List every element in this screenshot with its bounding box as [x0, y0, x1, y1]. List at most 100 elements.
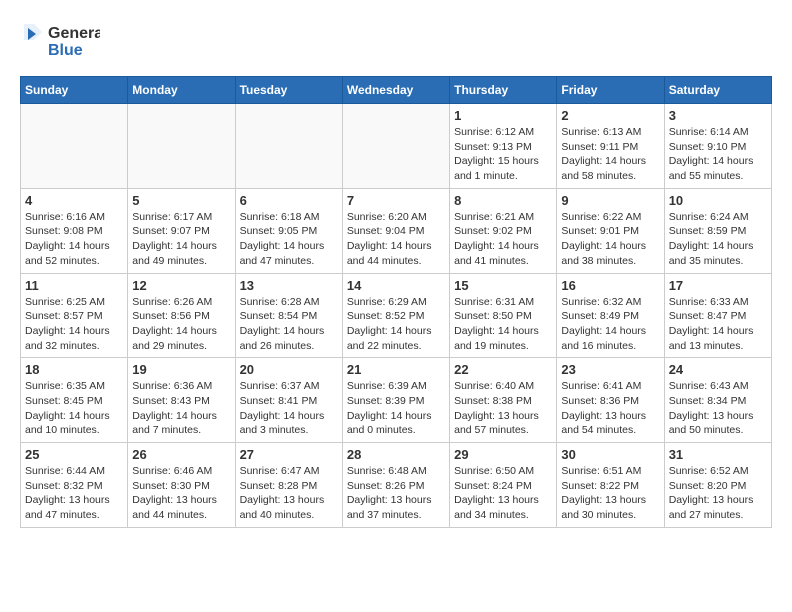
day-number: 31 [669, 447, 767, 462]
calendar-cell: 18Sunrise: 6:35 AM Sunset: 8:45 PM Dayli… [21, 358, 128, 443]
logo-svg: GeneralBlue [20, 20, 100, 60]
weekday-header-saturday: Saturday [664, 77, 771, 104]
day-info: Sunrise: 6:52 AM Sunset: 8:20 PM Dayligh… [669, 464, 767, 523]
calendar-week-row: 1 Sunrise: 6:12 AM Sunset: 9:13 PM Daylig… [21, 104, 772, 189]
day-info: Sunrise: 6:25 AM Sunset: 8:57 PM Dayligh… [25, 295, 123, 354]
day-number: 22 [454, 362, 552, 377]
day-number: 6 [240, 193, 338, 208]
calendar-cell [128, 104, 235, 189]
calendar-cell: 1 Sunrise: 6:12 AM Sunset: 9:13 PM Daylig… [450, 104, 557, 189]
day-info: Sunrise: 6:16 AM Sunset: 9:08 PM Dayligh… [25, 210, 123, 269]
day-number: 2 [561, 108, 659, 123]
day-number: 20 [240, 362, 338, 377]
day-number: 29 [454, 447, 552, 462]
calendar-week-row: 4 Sunrise: 6:16 AM Sunset: 9:08 PM Daylig… [21, 188, 772, 273]
day-info: Sunrise: 6:20 AM Sunset: 9:04 PM Dayligh… [347, 210, 445, 269]
weekday-header-thursday: Thursday [450, 77, 557, 104]
calendar-cell: 7Sunrise: 6:20 AM Sunset: 9:04 PM Daylig… [342, 188, 449, 273]
day-info: Sunrise: 6:39 AM Sunset: 8:39 PM Dayligh… [347, 379, 445, 438]
day-number: 17 [669, 278, 767, 293]
day-info: Sunrise: 6:35 AM Sunset: 8:45 PM Dayligh… [25, 379, 123, 438]
day-number: 23 [561, 362, 659, 377]
day-info: Sunrise: 6:21 AM Sunset: 9:02 PM Dayligh… [454, 210, 552, 269]
day-number: 13 [240, 278, 338, 293]
day-info: Sunrise: 6:24 AM Sunset: 8:59 PM Dayligh… [669, 210, 767, 269]
calendar-week-row: 11Sunrise: 6:25 AM Sunset: 8:57 PM Dayli… [21, 273, 772, 358]
calendar-cell: 26 Sunrise: 6:46 AM Sunset: 8:30 PM Dayli… [128, 443, 235, 528]
calendar-cell: 15Sunrise: 6:31 AM Sunset: 8:50 PM Dayli… [450, 273, 557, 358]
day-number: 27 [240, 447, 338, 462]
calendar-cell: 17 Sunrise: 6:33 AM Sunset: 8:47 PM Dayli… [664, 273, 771, 358]
calendar-cell: 23 Sunrise: 6:41 AM Sunset: 8:36 PM Dayli… [557, 358, 664, 443]
calendar-cell: 20 Sunrise: 6:37 AM Sunset: 8:41 PM Dayli… [235, 358, 342, 443]
calendar-cell: 21Sunrise: 6:39 AM Sunset: 8:39 PM Dayli… [342, 358, 449, 443]
day-info: Sunrise: 6:43 AM Sunset: 8:34 PM Dayligh… [669, 379, 767, 438]
day-info: Sunrise: 6:22 AM Sunset: 9:01 PM Dayligh… [561, 210, 659, 269]
day-info: Sunrise: 6:40 AM Sunset: 8:38 PM Dayligh… [454, 379, 552, 438]
calendar-cell: 6Sunrise: 6:18 AM Sunset: 9:05 PM Daylig… [235, 188, 342, 273]
day-info: Sunrise: 6:17 AM Sunset: 9:07 PM Dayligh… [132, 210, 230, 269]
calendar-cell [342, 104, 449, 189]
day-info: Sunrise: 6:14 AM Sunset: 9:10 PM Dayligh… [669, 125, 767, 184]
day-info: Sunrise: 6:41 AM Sunset: 8:36 PM Dayligh… [561, 379, 659, 438]
weekday-header-friday: Friday [557, 77, 664, 104]
day-number: 25 [25, 447, 123, 462]
day-info: Sunrise: 6:32 AM Sunset: 8:49 PM Dayligh… [561, 295, 659, 354]
calendar-cell: 12 Sunrise: 6:26 AM Sunset: 8:56 PM Dayli… [128, 273, 235, 358]
calendar-table: SundayMondayTuesdayWednesdayThursdayFrid… [20, 76, 772, 528]
calendar-cell: 3 Sunrise: 6:14 AM Sunset: 9:10 PM Daylig… [664, 104, 771, 189]
weekday-header-sunday: Sunday [21, 77, 128, 104]
calendar-header-row: SundayMondayTuesdayWednesdayThursdayFrid… [21, 77, 772, 104]
day-number: 12 [132, 278, 230, 293]
day-number: 19 [132, 362, 230, 377]
calendar-week-row: 18Sunrise: 6:35 AM Sunset: 8:45 PM Dayli… [21, 358, 772, 443]
day-number: 28 [347, 447, 445, 462]
calendar-cell: 13 Sunrise: 6:28 AM Sunset: 8:54 PM Dayli… [235, 273, 342, 358]
day-info: Sunrise: 6:37 AM Sunset: 8:41 PM Dayligh… [240, 379, 338, 438]
calendar-cell: 10 Sunrise: 6:24 AM Sunset: 8:59 PM Dayli… [664, 188, 771, 273]
calendar-cell: 16 Sunrise: 6:32 AM Sunset: 8:49 PM Dayli… [557, 273, 664, 358]
day-number: 30 [561, 447, 659, 462]
calendar-cell: 5 Sunrise: 6:17 AM Sunset: 9:07 PM Daylig… [128, 188, 235, 273]
calendar-cell: 31 Sunrise: 6:52 AM Sunset: 8:20 PM Dayli… [664, 443, 771, 528]
day-info: Sunrise: 6:51 AM Sunset: 8:22 PM Dayligh… [561, 464, 659, 523]
day-info: Sunrise: 6:47 AM Sunset: 8:28 PM Dayligh… [240, 464, 338, 523]
calendar-cell: 24Sunrise: 6:43 AM Sunset: 8:34 PM Dayli… [664, 358, 771, 443]
calendar-cell: 4 Sunrise: 6:16 AM Sunset: 9:08 PM Daylig… [21, 188, 128, 273]
calendar-week-row: 25Sunrise: 6:44 AM Sunset: 8:32 PM Dayli… [21, 443, 772, 528]
day-number: 1 [454, 108, 552, 123]
calendar-cell: 30 Sunrise: 6:51 AM Sunset: 8:22 PM Dayli… [557, 443, 664, 528]
day-info: Sunrise: 6:12 AM Sunset: 9:13 PM Dayligh… [454, 125, 552, 184]
calendar-cell: 27 Sunrise: 6:47 AM Sunset: 8:28 PM Dayli… [235, 443, 342, 528]
day-number: 26 [132, 447, 230, 462]
calendar-cell [235, 104, 342, 189]
svg-text:Blue: Blue [48, 42, 83, 59]
weekday-header-monday: Monday [128, 77, 235, 104]
weekday-header-wednesday: Wednesday [342, 77, 449, 104]
calendar-cell: 2Sunrise: 6:13 AM Sunset: 9:11 PM Daylig… [557, 104, 664, 189]
day-info: Sunrise: 6:46 AM Sunset: 8:30 PM Dayligh… [132, 464, 230, 523]
calendar-cell: 19Sunrise: 6:36 AM Sunset: 8:43 PM Dayli… [128, 358, 235, 443]
day-number: 3 [669, 108, 767, 123]
day-number: 16 [561, 278, 659, 293]
day-info: Sunrise: 6:29 AM Sunset: 8:52 PM Dayligh… [347, 295, 445, 354]
page-header: GeneralBlue [20, 20, 772, 60]
day-info: Sunrise: 6:50 AM Sunset: 8:24 PM Dayligh… [454, 464, 552, 523]
logo: GeneralBlue [20, 20, 100, 60]
day-number: 9 [561, 193, 659, 208]
day-info: Sunrise: 6:28 AM Sunset: 8:54 PM Dayligh… [240, 295, 338, 354]
calendar-cell: 9 Sunrise: 6:22 AM Sunset: 9:01 PM Daylig… [557, 188, 664, 273]
day-info: Sunrise: 6:26 AM Sunset: 8:56 PM Dayligh… [132, 295, 230, 354]
svg-text:General: General [48, 25, 100, 42]
day-number: 8 [454, 193, 552, 208]
day-info: Sunrise: 6:31 AM Sunset: 8:50 PM Dayligh… [454, 295, 552, 354]
day-number: 4 [25, 193, 123, 208]
day-number: 5 [132, 193, 230, 208]
day-number: 14 [347, 278, 445, 293]
calendar-cell: 28Sunrise: 6:48 AM Sunset: 8:26 PM Dayli… [342, 443, 449, 528]
day-number: 10 [669, 193, 767, 208]
calendar-cell: 8 Sunrise: 6:21 AM Sunset: 9:02 PM Daylig… [450, 188, 557, 273]
calendar-cell: 14 Sunrise: 6:29 AM Sunset: 8:52 PM Dayli… [342, 273, 449, 358]
weekday-header-tuesday: Tuesday [235, 77, 342, 104]
day-info: Sunrise: 6:33 AM Sunset: 8:47 PM Dayligh… [669, 295, 767, 354]
